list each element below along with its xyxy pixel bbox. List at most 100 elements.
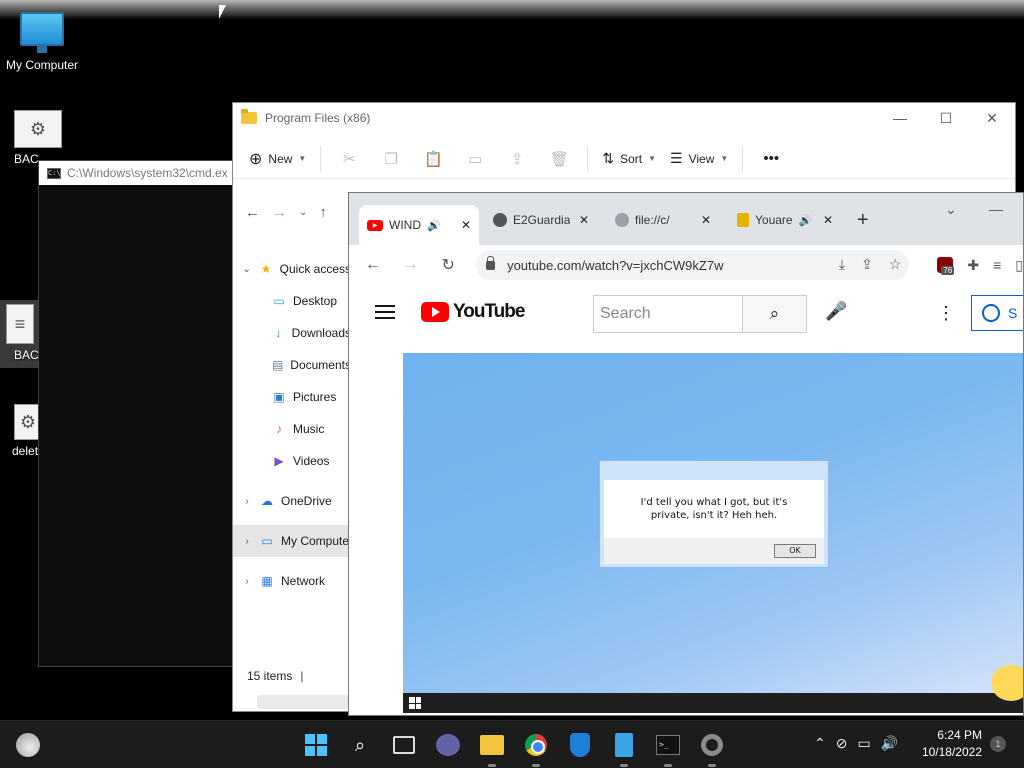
cmd-titlebar[interactable]: C:\ C:\Windows\system32\cmd.ex <box>39 161 237 185</box>
video-player[interactable]: I'd tell you what I got, but it's privat… <box>403 353 1023 713</box>
youtube-logo[interactable]: YouTube <box>421 301 525 323</box>
desktop-icon-bac-2[interactable]: ≡ BAC <box>0 300 40 368</box>
nav-network[interactable]: › ▦ Network <box>233 565 351 597</box>
ublock-extension-icon[interactable]: 76 <box>937 257 955 275</box>
chevron-up-icon[interactable]: ⌃ <box>814 735 826 752</box>
browser-window[interactable]: ▶ WIND 🔊 ✕ E2Guardia ✕ file://c/ ✕ Youar… <box>348 192 1024 716</box>
start-button[interactable] <box>300 729 332 761</box>
ok-button[interactable]: OK <box>774 544 816 558</box>
search-input[interactable]: Search <box>594 296 742 332</box>
chevron-down-icon: ▼ <box>720 154 729 163</box>
notification-badge[interactable]: 1 <box>990 736 1006 752</box>
explorer-navigation-pane: ⌄ ★ Quick access ▭ Desktop ↓ Downloads ▤… <box>233 253 351 597</box>
tab-search-icon[interactable]: ⌄ <box>945 201 957 218</box>
chevron-down-icon[interactable]: ⌄ <box>241 264 252 275</box>
up-arrow-icon[interactable]: ↑ <box>319 204 327 221</box>
copy-icon[interactable]: ❐ <box>377 145 405 173</box>
address-bar[interactable]: youtube.com/watch?v=jxchCW9kZ7w ⤓ ⇪ ☆ <box>476 250 910 280</box>
desktop-icon-my-computer[interactable]: My Computer <box>0 12 84 72</box>
new-button[interactable]: ⊕ New ▼ <box>249 144 306 174</box>
security-shield-icon[interactable] <box>564 729 596 761</box>
nav-quick-access[interactable]: ⌄ ★ Quick access <box>233 253 351 285</box>
new-tab-button[interactable]: + <box>857 209 869 232</box>
nav-documents[interactable]: ▤ Documents <box>233 349 351 381</box>
nav-desktop[interactable]: ▭ Desktop <box>233 285 351 317</box>
sign-in-button[interactable]: S <box>971 295 1023 331</box>
taskbar-clock[interactable]: 6:24 PM 10/18/2022 <box>918 727 982 761</box>
chevron-right-icon[interactable]: › <box>241 576 253 587</box>
sort-button[interactable]: ⇅ Sort ▼ <box>602 144 656 174</box>
delete-icon[interactable]: 🗑 <box>545 145 573 173</box>
horizontal-scrollbar[interactable] <box>257 695 349 709</box>
nav-downloads[interactable]: ↓ Downloads <box>233 317 351 349</box>
back-arrow-icon[interactable]: ← <box>245 204 260 221</box>
nav-videos[interactable]: ▶ Videos <box>233 445 351 477</box>
bookmark-star-icon[interactable]: ☆ <box>889 256 902 273</box>
media-control-icon[interactable]: ≡ <box>993 257 1001 273</box>
share-icon[interactable]: ⇪ <box>861 256 873 273</box>
video-icon: ▶ <box>274 454 284 468</box>
close-tab-icon[interactable]: ✕ <box>579 213 589 227</box>
menu-icon[interactable] <box>375 305 395 319</box>
tab-e2guardian[interactable]: E2Guardia ✕ <box>485 205 597 235</box>
tab-youare[interactable]: Youare 🔊 ✕ <box>729 205 841 235</box>
terminal-icon: C:\ <box>47 167 61 179</box>
cut-icon[interactable]: ✂ <box>335 145 363 173</box>
task-view-icon[interactable] <box>388 729 420 761</box>
rename-icon[interactable]: ▭ <box>461 145 489 173</box>
lock-icon[interactable] <box>486 255 496 270</box>
chrome-icon[interactable] <box>520 729 552 767</box>
weather-icon[interactable] <box>16 733 40 757</box>
nav-my-computer[interactable]: › ▭ My Compute <box>233 525 351 557</box>
tab-file[interactable]: file://c/ ✕ <box>607 205 719 235</box>
tab-youtube[interactable]: ▶ WIND 🔊 ✕ <box>359 205 479 245</box>
share-icon[interactable]: ⇪ <box>503 145 531 173</box>
side-panel-icon[interactable]: ▯ <box>1015 257 1023 274</box>
status-separator: | <box>300 669 304 683</box>
speaker-icon[interactable]: 🔊 <box>427 219 441 232</box>
settings-gear-icon[interactable] <box>696 729 728 767</box>
forward-arrow-icon[interactable]: → <box>401 256 421 274</box>
chevron-right-icon[interactable]: › <box>241 496 253 507</box>
close-tab-icon[interactable]: ✕ <box>701 213 711 227</box>
terminal-icon[interactable]: >_ <box>652 729 684 767</box>
url-text[interactable]: youtube.com/watch?v=jxchCW9kZ7w <box>507 258 723 273</box>
search-icon[interactable]: ⌕ <box>344 729 376 761</box>
close-tab-icon[interactable]: ✕ <box>461 218 471 232</box>
back-arrow-icon[interactable]: ← <box>363 256 383 274</box>
maximize-button[interactable]: ☐ <box>923 103 969 133</box>
recent-locations-icon[interactable]: ⌄ <box>299 207 307 218</box>
search-icon[interactable]: ⌕ <box>742 296 806 332</box>
network-offline-icon[interactable]: ⊘ <box>836 735 848 752</box>
more-vertical-icon[interactable]: ⋮ <box>937 303 955 324</box>
minimize-button[interactable]: — <box>877 103 923 133</box>
close-tab-icon[interactable]: ✕ <box>823 213 833 227</box>
download-icon: ↓ <box>275 326 282 340</box>
page-favicon-icon <box>737 213 749 227</box>
view-button[interactable]: ☰ View ▼ <box>670 144 728 174</box>
cmd-window[interactable]: C:\ C:\Windows\system32\cmd.ex <box>38 160 238 667</box>
nav-pictures[interactable]: ▣ Pictures <box>233 381 351 413</box>
chevron-right-icon[interactable]: › <box>241 536 253 547</box>
close-button[interactable]: ✕ <box>969 103 1015 133</box>
paste-icon[interactable]: 📋 <box>419 145 447 173</box>
puzzle-extensions-icon[interactable]: ✚ <box>967 257 979 274</box>
minimize-button[interactable]: — <box>989 201 1003 217</box>
teams-chat-icon[interactable] <box>432 729 464 761</box>
youtube-logo-text: YouTube <box>453 301 525 322</box>
display-icon[interactable]: ▭ <box>857 735 870 752</box>
more-options-icon[interactable]: ••• <box>757 145 785 173</box>
volume-icon[interactable]: 🔊 <box>881 735 898 752</box>
install-app-icon[interactable]: ⤓ <box>839 256 845 273</box>
desktop-icon-delete[interactable]: ⚙ delet <box>0 404 42 458</box>
file-explorer-icon[interactable] <box>476 729 508 767</box>
speaker-icon[interactable]: 🔊 <box>799 214 813 227</box>
nav-music[interactable]: ♪ Music <box>233 413 351 445</box>
notepad-icon[interactable] <box>608 729 640 767</box>
microphone-icon[interactable]: 🎤 <box>825 301 847 322</box>
forward-arrow-icon[interactable]: → <box>272 204 287 221</box>
sign-in-label: S <box>1008 305 1018 321</box>
reload-icon[interactable]: ↻ <box>438 255 458 275</box>
desktop-icon-bac-1[interactable]: ⚙ BAC <box>0 110 80 166</box>
nav-onedrive[interactable]: › ☁ OneDrive <box>233 485 351 517</box>
